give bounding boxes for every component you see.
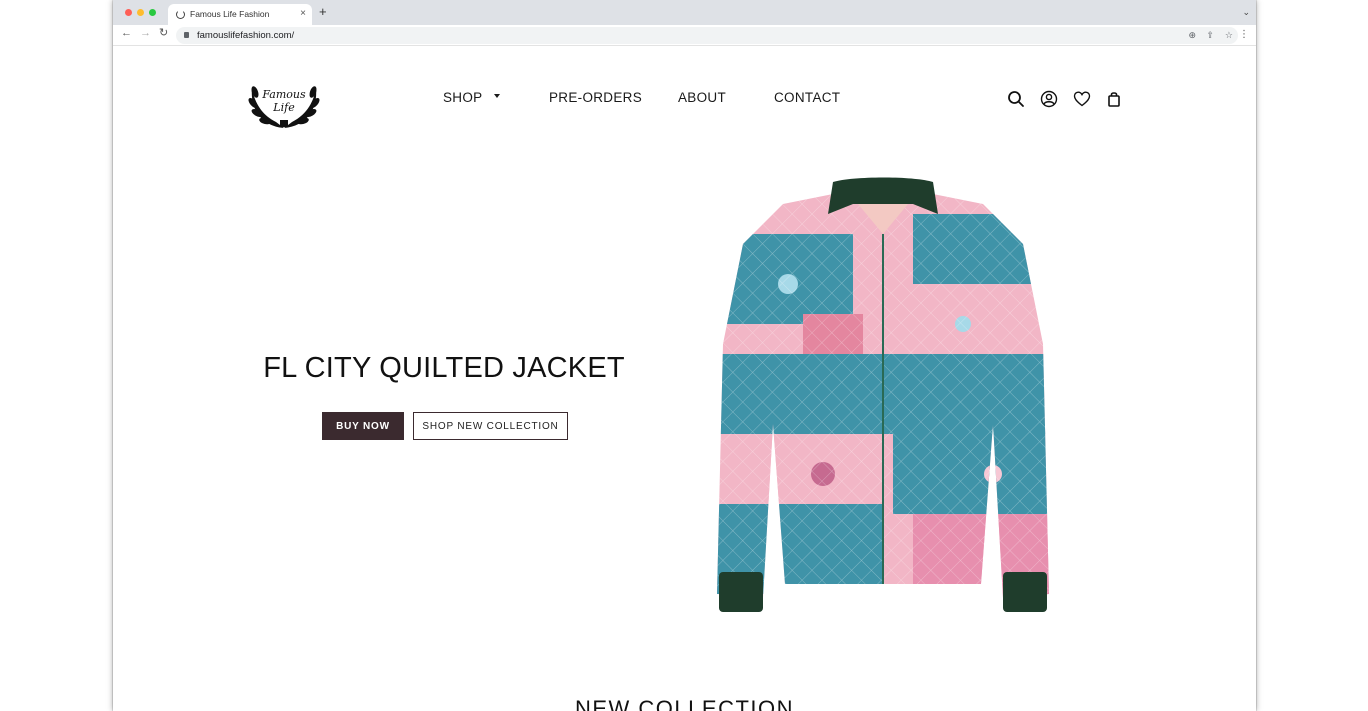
browser-toolbar: ← → ↻ famouslifefashion.com/ ⊕ ⇪ ☆ ⋮ <box>113 25 1256 46</box>
new-collection-heading: NEW COLLECTION <box>574 696 795 711</box>
reload-icon[interactable]: ↻ <box>159 28 168 39</box>
browser-window: Famous Life Fashion × + ⌄ ← → ↻ famousli… <box>113 0 1256 711</box>
close-window-button[interactable] <box>125 9 132 16</box>
jacket-product-image[interactable] <box>713 174 1053 620</box>
loading-icon <box>176 10 185 19</box>
hero-title: FL CITY QUILTED JACKET <box>263 352 625 384</box>
wishlist-heart-icon[interactable] <box>1072 89 1092 109</box>
browser-tab-strip: Famous Life Fashion × + ⌄ <box>113 0 1256 25</box>
browser-menu-icon[interactable]: ⋮ <box>1239 29 1249 40</box>
forward-arrow-icon[interactable]: → <box>140 28 151 39</box>
shop-new-collection-button[interactable]: SHOP NEW COLLECTION <box>413 412 568 440</box>
nav-contact[interactable]: CONTACT <box>774 90 840 105</box>
zoom-icon[interactable]: ⊕ <box>1188 30 1196 41</box>
cart-bag-icon[interactable] <box>1104 89 1124 109</box>
tab-search-chevron-icon[interactable]: ⌄ <box>1242 7 1250 18</box>
url-text: famouslifefashion.com/ <box>197 30 295 41</box>
tab-title: Famous Life Fashion <box>190 9 270 19</box>
back-arrow-icon[interactable]: ← <box>121 28 132 39</box>
browser-tab[interactable]: Famous Life Fashion × <box>168 4 312 25</box>
tab-close-icon[interactable]: × <box>300 8 306 19</box>
famous-life-logo[interactable]: Famous Life <box>246 70 322 132</box>
new-tab-button[interactable]: + <box>319 5 327 18</box>
search-icon[interactable] <box>1006 89 1026 109</box>
nav-pre-orders[interactable]: PRE-ORDERS <box>549 90 642 105</box>
nav-about[interactable]: ABOUT <box>678 90 726 105</box>
svg-text:Life: Life <box>272 101 295 114</box>
buy-now-button[interactable]: BUY NOW <box>322 412 404 440</box>
account-icon[interactable] <box>1039 89 1059 109</box>
lock-icon <box>184 32 189 38</box>
minimize-window-button[interactable] <box>137 9 144 16</box>
address-bar[interactable]: famouslifefashion.com/ ⊕ ⇪ ☆ <box>176 27 1238 44</box>
bookmark-star-icon[interactable]: ☆ <box>1225 30 1233 41</box>
maximize-window-button[interactable] <box>149 9 156 16</box>
nav-shop-label: SHOP <box>443 90 483 105</box>
chevron-down-icon <box>494 94 501 99</box>
svg-text:Famous: Famous <box>261 88 306 101</box>
share-icon[interactable]: ⇪ <box>1206 30 1214 41</box>
nav-shop[interactable]: SHOP <box>443 90 501 105</box>
